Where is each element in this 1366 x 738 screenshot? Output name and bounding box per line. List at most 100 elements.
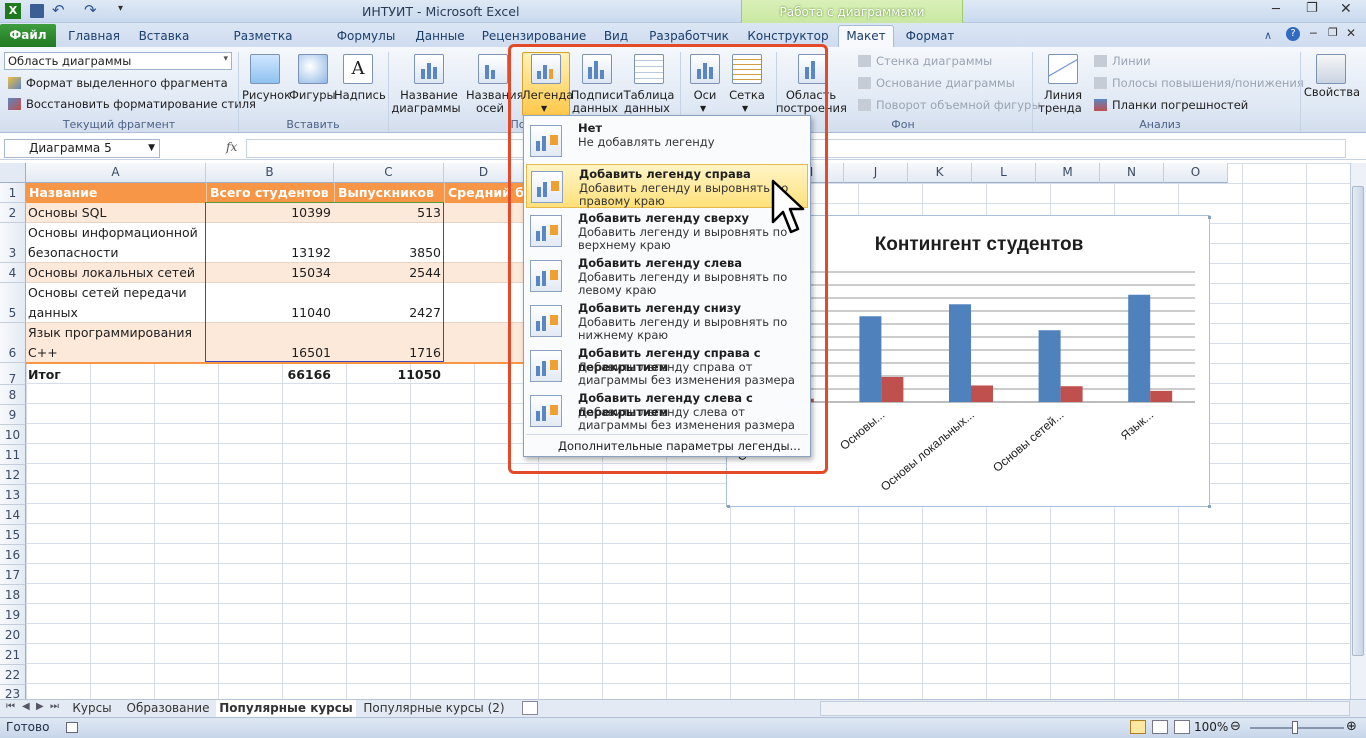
cell-name[interactable]: Основы SQL [28,205,204,220]
minimize-icon[interactable]: ─ [1272,2,1280,17]
tab-page-layout[interactable]: Разметка страницы [204,26,322,63]
tab-format[interactable]: Формат [900,26,960,48]
sheet-tab-popular-courses-2[interactable]: Популярные курсы (2) [362,700,506,717]
trendline-icon[interactable] [1048,54,1078,84]
lines-button[interactable]: Линии [1112,54,1151,68]
tab-file[interactable]: Файл [0,24,56,47]
row-header-13[interactable]: 13 [0,485,26,505]
reset-style-button[interactable]: Восстановить форматирование стиля [26,97,256,111]
horizontal-scrollbar[interactable] [820,701,1350,716]
column-header-k[interactable]: K [908,163,972,183]
row-header-8[interactable]: 8 [0,385,26,405]
chart-title-icon[interactable] [414,54,444,84]
restore-icon[interactable]: ❐ [1306,1,1318,16]
row-header-22[interactable]: 22 [0,665,26,685]
row-header-1[interactable]: 1 [0,183,26,203]
row-header-7[interactable]: 7 [0,363,26,386]
minimize-ribbon-icon[interactable]: ∧ [1264,29,1272,42]
chart-title-button-label-2[interactable]: диаграммы [390,102,462,115]
picture-button-label[interactable]: Рисунок [242,89,291,102]
3d-rotation-button[interactable]: Поворот объемной фигуры [876,98,1040,112]
zoom-in-icon[interactable]: ⊕ [1346,719,1357,734]
row-header-19[interactable]: 19 [0,605,26,625]
axis-titles-button-label-2[interactable]: осей [470,102,510,115]
column-header-m[interactable]: M [1036,163,1100,183]
cell-name[interactable]: Основы сетей передачи [28,285,204,300]
undo-icon[interactable]: ↶ [52,1,65,19]
zoom-slider-thumb[interactable] [1292,721,1298,734]
shapes-icon[interactable] [298,54,328,84]
row-header-17[interactable]: 17 [0,565,26,585]
total-cell-grads[interactable]: 11050 [334,367,444,382]
row-header-20[interactable]: 20 [0,625,26,645]
row-header-2[interactable]: 2 [0,203,26,223]
column-header-o[interactable]: O [1164,163,1228,183]
column-header-b[interactable]: B [206,163,334,183]
updown-bars-button[interactable]: Полосы повышения/понижения [1112,76,1304,90]
row-header-21[interactable]: 21 [0,645,26,665]
cell-name[interactable]: Основы информационной [28,225,204,240]
redo-icon[interactable]: ↷ [84,1,97,19]
properties-icon[interactable] [1316,54,1346,84]
header-cell-total[interactable]: Всего студентов [206,183,334,203]
sheet-tab-popular-courses[interactable]: Популярные курсы [216,700,356,717]
row-header-16[interactable]: 16 [0,545,26,565]
close-icon[interactable]: ✕ [1340,1,1352,17]
chart-floor-button[interactable]: Основание диаграммы [876,76,1015,90]
total-cell-total[interactable]: 66166 [206,367,334,382]
help-icon[interactable]: ? [1286,27,1300,41]
row-header-14[interactable]: 14 [0,505,26,525]
cell-name[interactable]: C++ [28,345,204,360]
column-header-a[interactable]: A [26,163,206,183]
row-header-18[interactable]: 18 [0,585,26,605]
zoom-out-icon[interactable]: ⊖ [1230,719,1241,734]
format-selection-button[interactable]: Формат выделенного фрагмента [26,76,228,90]
workbook-close-icon[interactable]: ✕ [1346,26,1356,40]
column-header-c[interactable]: C [334,163,444,183]
row-header-9[interactable]: 9 [0,405,26,425]
column-header-n[interactable]: N [1100,163,1164,183]
error-bars-button[interactable]: Планки погрешностей [1112,98,1248,112]
column-header-l[interactable]: L [972,163,1036,183]
axis-titles-icon[interactable] [478,54,508,84]
row-header-12[interactable]: 12 [0,465,26,485]
properties-button-label[interactable]: Свойства [1302,86,1362,99]
workbook-minimize-icon[interactable]: ─ [1310,27,1317,40]
normal-view-icon[interactable] [1130,720,1146,734]
page-break-view-icon[interactable] [1174,720,1190,734]
sheet-nav-prev-icon[interactable]: ◀ [22,701,30,712]
cell-name[interactable]: безопасности [28,245,204,260]
select-all-corner[interactable] [0,163,26,183]
sheet-nav-last-icon[interactable]: ⏭ [50,701,59,712]
trendline-button-label-2[interactable]: тренда [1034,102,1086,115]
header-cell-grads[interactable]: Выпускников [334,183,444,203]
tab-data[interactable]: Данные [408,26,472,48]
row-header-11[interactable]: 11 [0,445,26,465]
tab-home[interactable]: Главная [62,26,126,48]
header-cell-name[interactable]: Название [26,183,206,203]
row-header-3[interactable]: 3 [0,223,26,263]
sheet-nav-first-icon[interactable]: ⏮ [6,701,15,712]
scroll-thumb[interactable] [1352,186,1364,656]
cell-name[interactable]: данных [28,305,204,320]
column-header-j[interactable]: J [844,163,908,183]
row-header-5[interactable]: 5 [0,283,26,323]
tab-insert[interactable]: Вставка [134,26,194,48]
textbox-icon[interactable]: A [343,54,373,84]
chart-elements-dropdown[interactable]: Область диаграммы ▾ [4,52,232,70]
sheet-tab-courses[interactable]: Курсы [66,700,118,717]
textbox-button-label[interactable]: Надпись [334,89,386,102]
row-header-6[interactable]: 6 [0,323,26,363]
chart-wall-button[interactable]: Стенка диаграммы [876,54,992,68]
page-layout-view-icon[interactable] [1152,720,1168,734]
cell-name[interactable]: Язык программирования [28,325,204,340]
sheet-tab-education[interactable]: Образование [124,700,212,717]
fx-icon[interactable]: fx [226,140,237,154]
row-header-4[interactable]: 4 [0,263,26,283]
save-icon[interactable] [30,4,44,18]
row-header-10[interactable]: 10 [0,425,26,445]
tab-formulas[interactable]: Формулы [332,26,400,48]
total-cell-name[interactable]: Итог [28,367,204,382]
shapes-button-label[interactable]: Фигуры [289,89,336,102]
tab-layout[interactable]: Макет [838,25,894,49]
